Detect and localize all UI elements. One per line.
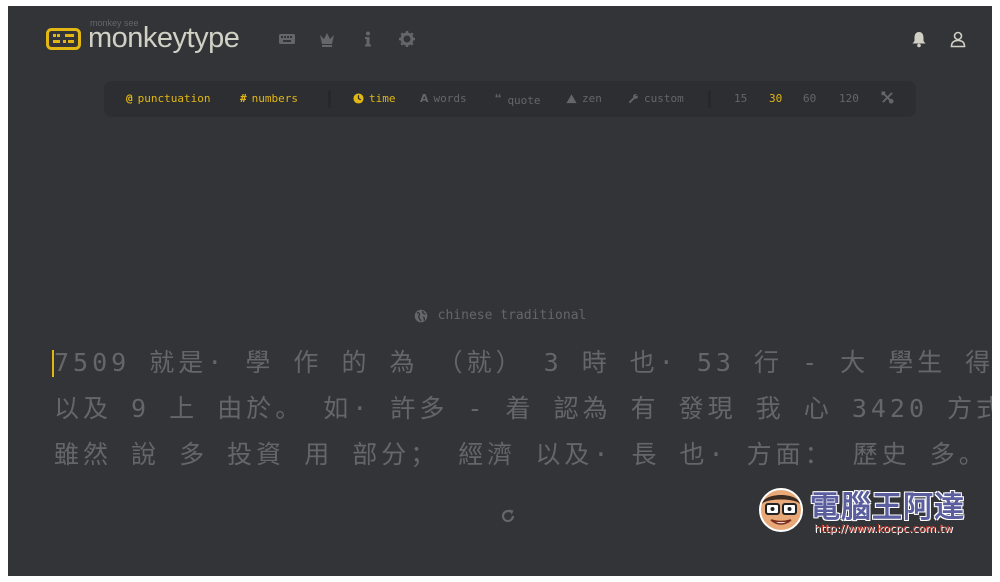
- tools-icon[interactable]: [881, 91, 894, 104]
- words-line: 雖然 說 多 投資 用 部分； 經濟 以及· 長 也· 方面： 歷史 多。: [54, 440, 988, 469]
- watermark-url: http://www.kocpc.com.tw: [814, 522, 953, 535]
- test-config-bar: @ punctuation # numbers time A words ❝ q…: [104, 81, 916, 117]
- quote-mode-button[interactable]: ❝ quote: [494, 92, 541, 108]
- typing-caret: [52, 350, 54, 377]
- watermark-title: 電腦王阿達: [810, 490, 965, 525]
- restart-icon[interactable]: [500, 508, 516, 524]
- info-icon[interactable]: [359, 30, 377, 48]
- divider: [708, 90, 711, 108]
- globe-icon: [414, 309, 428, 323]
- hash-icon: #: [240, 92, 247, 105]
- crown-icon[interactable]: [318, 30, 336, 48]
- duration-30[interactable]: 30: [769, 92, 782, 105]
- custom-mode-button[interactable]: custom: [628, 92, 684, 105]
- user-icon[interactable]: [949, 30, 967, 48]
- watermark: 電腦王阿達 http://www.kocpc.com.tw: [756, 480, 988, 540]
- letter-a-icon: A: [420, 92, 429, 105]
- at-icon: @: [126, 92, 133, 105]
- app-window: monkey see monkeytype @ punctuation # nu…: [8, 6, 992, 576]
- time-mode-button[interactable]: time: [353, 92, 396, 105]
- logo-icon[interactable]: [46, 28, 81, 50]
- bell-icon[interactable]: [910, 30, 928, 48]
- quote-icon: ❝: [494, 92, 503, 108]
- top-bar: monkey see monkeytype: [46, 18, 968, 58]
- divider: [328, 90, 331, 108]
- words-mode-button[interactable]: A words: [420, 92, 467, 105]
- mountain-icon: [566, 93, 577, 104]
- duration-120[interactable]: 120: [839, 92, 859, 105]
- language-label: chinese traditional: [437, 308, 587, 323]
- duration-60[interactable]: 60: [803, 92, 816, 105]
- language-button[interactable]: chinese traditional: [8, 308, 992, 323]
- mascot-face-icon: [756, 484, 806, 534]
- words-line: 以及 9 上 由於。 如· 許多 - 着 認為 有 發現 我 心 3420 方式: [54, 394, 992, 423]
- logo-text[interactable]: monkeytype: [88, 22, 240, 55]
- duration-15[interactable]: 15: [734, 92, 747, 105]
- keyboard-icon[interactable]: [278, 30, 296, 48]
- numbers-toggle[interactable]: # numbers: [240, 92, 298, 105]
- words-line: 7509 就是· 學 作 的 為 （就） 3 時 也· 53 行 - 大 學生 …: [54, 348, 992, 377]
- typing-test-words[interactable]: 7509 就是· 學 作 的 為 （就） 3 時 也· 53 行 - 大 學生 …: [52, 340, 992, 478]
- zen-mode-button[interactable]: zen: [566, 92, 602, 105]
- gear-icon[interactable]: [398, 30, 416, 48]
- wrench-icon: [628, 93, 639, 104]
- punctuation-toggle[interactable]: @ punctuation: [126, 92, 210, 105]
- clock-icon: [353, 93, 364, 104]
